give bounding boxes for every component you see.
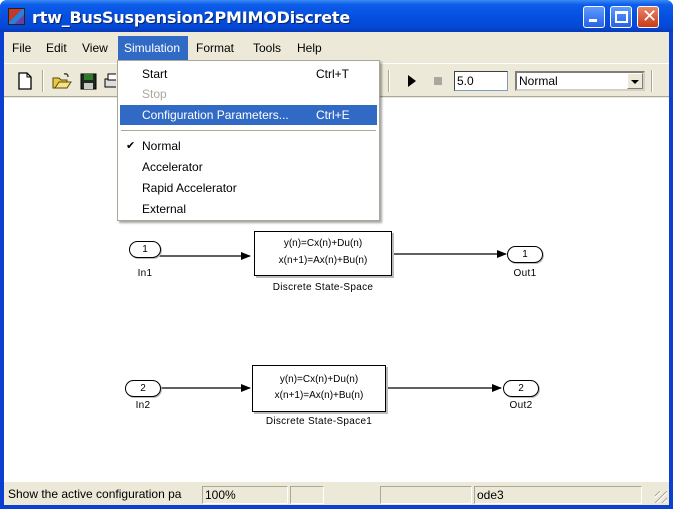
menu-view[interactable]: View	[78, 36, 112, 60]
outport-label: Out1	[513, 268, 537, 279]
menu-file[interactable]: File	[8, 36, 35, 60]
status-bar: Show the active configuration pa 100% od…	[4, 484, 669, 505]
chevron-down-icon[interactable]	[627, 73, 643, 89]
menu-item-accelerator[interactable]: Accelerator	[120, 157, 377, 177]
inport-2[interactable]: 2	[125, 380, 161, 397]
menu-item-stop[interactable]: Stop	[120, 84, 377, 104]
discrete-state-space-block[interactable]: y(n)=Cx(n)+Du(n) x(n+1)=Ax(n)+Bu(n)	[252, 365, 386, 412]
menu-item-label: Rapid Accelerator	[142, 181, 237, 195]
stop-icon	[434, 77, 442, 85]
menu-item-external[interactable]: External	[120, 199, 377, 219]
menu-item-shortcut: Ctrl+T	[316, 67, 349, 81]
resize-grip[interactable]	[655, 491, 667, 503]
menu-format[interactable]: Format	[192, 36, 238, 60]
play-icon	[408, 75, 416, 87]
checkmark-icon: ✔	[126, 140, 136, 152]
simulation-menu: Start Ctrl+T Stop Configuration Paramete…	[117, 60, 380, 221]
save-icon	[80, 73, 97, 90]
simulation-mode-value: Normal	[519, 74, 558, 88]
maximize-button[interactable]	[610, 6, 632, 28]
menu-separator	[121, 130, 376, 132]
status-pane	[290, 486, 324, 504]
block-equation-output: y(n)=Cx(n)+Du(n)	[283, 238, 363, 249]
menu-item-label: Stop	[142, 87, 167, 101]
inport-label: In1	[137, 268, 153, 279]
menu-edit[interactable]: Edit	[42, 36, 71, 60]
new-file-icon	[18, 72, 32, 90]
window-title: rtw_BusSuspension2PMIMODiscrete	[32, 8, 351, 27]
menu-item-start[interactable]: Start Ctrl+T	[120, 64, 377, 84]
outport-label: Out2	[509, 400, 533, 411]
menu-item-configuration-parameters[interactable]: Configuration Parameters... Ctrl+E	[120, 105, 377, 125]
menu-simulation[interactable]: Simulation	[118, 36, 188, 60]
menu-bar: File Edit View Simulation Format Tools H…	[4, 36, 669, 60]
status-pane	[380, 486, 472, 504]
close-icon: ✕	[642, 6, 658, 27]
outport-1[interactable]: 1	[507, 246, 543, 263]
print-button[interactable]	[102, 70, 116, 92]
print-icon	[104, 73, 116, 88]
inport-1[interactable]: 1	[129, 241, 161, 258]
start-simulation-button[interactable]	[401, 70, 423, 92]
close-button[interactable]: ✕	[637, 6, 659, 28]
toolbar-separator	[42, 70, 44, 92]
block-equation-state: x(n+1)=Ax(n)+Bu(n)	[278, 255, 368, 266]
menu-item-label: External	[142, 202, 187, 216]
menu-item-normal[interactable]: ✔ Normal	[120, 136, 377, 156]
outport-2[interactable]: 2	[503, 380, 539, 397]
stop-time-input[interactable]: 5.0	[454, 71, 508, 91]
new-model-button[interactable]	[14, 70, 36, 92]
simulink-app-icon[interactable]	[8, 8, 25, 25]
minimize-button[interactable]	[583, 6, 605, 28]
stop-simulation-button[interactable]	[427, 70, 449, 92]
menu-help[interactable]: Help	[293, 36, 326, 60]
toolbar-separator	[651, 70, 653, 92]
save-button[interactable]	[78, 70, 100, 92]
inport-label: In2	[135, 400, 151, 411]
open-folder-icon	[52, 73, 72, 89]
menu-item-label: Start	[142, 67, 168, 81]
title-bar[interactable]: rtw_BusSuspension2PMIMODiscrete ✕	[0, 0, 673, 32]
status-solver: ode3	[474, 486, 642, 504]
menu-item-label: Normal	[142, 139, 181, 153]
open-model-button[interactable]	[51, 70, 73, 92]
minimize-icon	[589, 19, 597, 22]
menu-item-label: Configuration Parameters...	[142, 108, 289, 122]
toolbar-separator	[388, 70, 390, 92]
menu-tools[interactable]: Tools	[249, 36, 285, 60]
discrete-state-space-block[interactable]: y(n)=Cx(n)+Du(n) x(n+1)=Ax(n)+Bu(n)	[254, 231, 392, 276]
block-label: Discrete State-Space1	[265, 416, 373, 427]
maximize-icon	[615, 11, 628, 23]
block-equation-output: y(n)=Cx(n)+Du(n)	[279, 374, 359, 385]
menu-item-rapid-accelerator[interactable]: Rapid Accelerator	[120, 178, 377, 198]
menu-item-label: Accelerator	[142, 160, 203, 174]
block-equation-state: x(n+1)=Ax(n)+Bu(n)	[274, 390, 364, 401]
menu-item-shortcut: Ctrl+E	[316, 108, 350, 122]
status-message: Show the active configuration pa	[8, 487, 182, 501]
simulation-mode-select[interactable]: Normal	[515, 71, 645, 91]
status-zoom: 100%	[202, 486, 288, 504]
block-label: Discrete State-Space	[272, 282, 374, 293]
